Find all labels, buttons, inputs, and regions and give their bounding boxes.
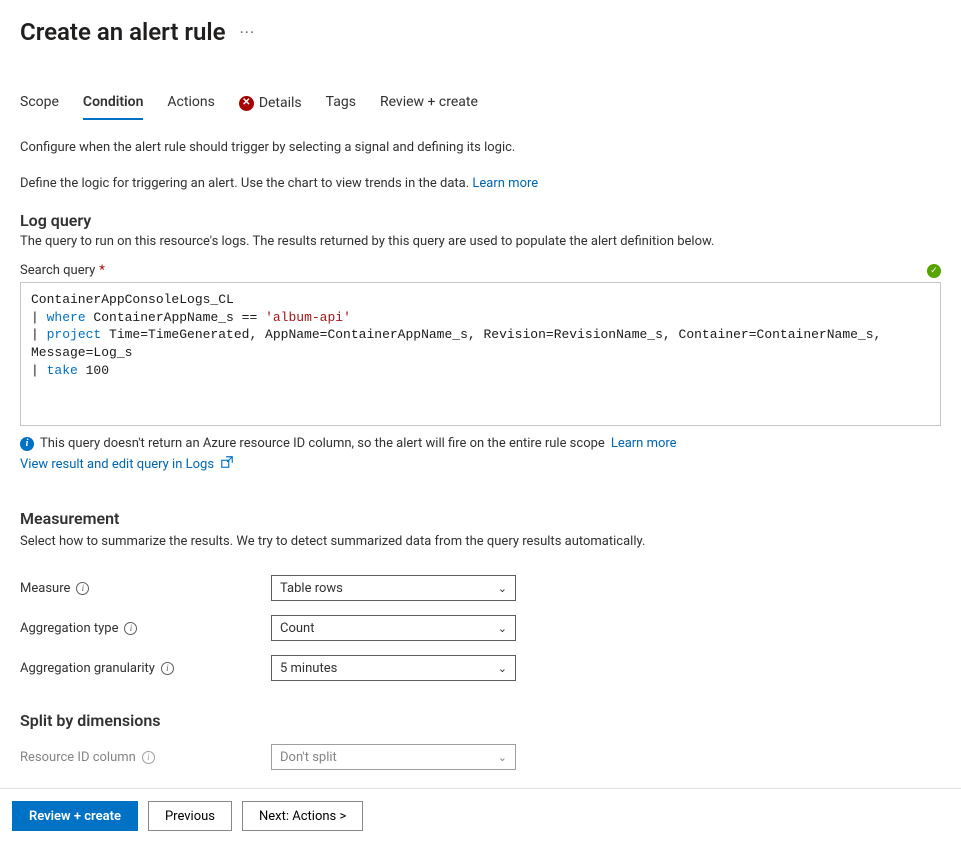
measurement-heading: Measurement [20, 509, 941, 528]
aggregation-type-value: Count [280, 621, 314, 636]
tab-details-label: Details [259, 95, 302, 111]
search-query-input[interactable]: ContainerAppConsoleLogs_CL | where Conta… [20, 282, 941, 426]
required-asterisk: * [99, 263, 105, 278]
resource-id-column-label: Resource ID column [20, 750, 136, 765]
error-icon: ✕ [239, 96, 254, 111]
chevron-down-icon: ⌄ [498, 751, 507, 764]
check-icon: ✓ [927, 264, 941, 278]
previous-button[interactable]: Previous [148, 801, 232, 831]
intro-configure: Configure when the alert rule should tri… [20, 139, 941, 157]
next-actions-button[interactable]: Next: Actions > [242, 801, 363, 831]
query-info-learn-more-link[interactable]: Learn more [611, 436, 677, 451]
chevron-down-icon: ⌄ [498, 582, 507, 595]
log-query-desc: The query to run on this resource's logs… [20, 234, 941, 249]
log-query-heading: Log query [20, 211, 941, 230]
learn-more-link[interactable]: Learn more [472, 176, 538, 191]
footer-bar: Review + create Previous Next: Actions > [0, 788, 961, 843]
measurement-desc: Select how to summarize the results. We … [20, 534, 941, 549]
tab-condition[interactable]: Condition [83, 94, 144, 120]
aggregation-granularity-dropdown[interactable]: 5 minutes ⌄ [271, 655, 516, 681]
measure-dropdown-value: Table rows [280, 581, 343, 596]
external-link-icon [220, 455, 234, 473]
help-icon[interactable]: i [142, 751, 155, 764]
help-icon[interactable]: i [161, 662, 174, 675]
tab-actions[interactable]: Actions [167, 94, 214, 120]
help-icon[interactable]: i [76, 582, 89, 595]
view-in-logs-link[interactable]: View result and edit query in Logs [20, 457, 214, 472]
tab-scope[interactable]: Scope [20, 94, 59, 120]
query-info-text: This query doesn't return an Azure resou… [40, 436, 605, 451]
chevron-down-icon: ⌄ [498, 622, 507, 635]
page-title: Create an alert rule [20, 18, 226, 46]
intro-define: Define the logic for triggering an alert… [20, 175, 941, 193]
tab-details[interactable]: ✕ Details [239, 94, 302, 120]
resource-id-column-value: Don't split [280, 750, 337, 765]
aggregation-type-label: Aggregation type [20, 621, 118, 636]
aggregation-granularity-value: 5 minutes [280, 661, 337, 676]
tab-tags[interactable]: Tags [326, 94, 356, 120]
review-create-button[interactable]: Review + create [12, 801, 138, 831]
info-icon: i [20, 437, 34, 451]
intro-define-text: Define the logic for triggering an alert… [20, 176, 472, 191]
tab-bar: Scope Condition Actions ✕ Details Tags R… [20, 94, 941, 121]
tab-review-create[interactable]: Review + create [380, 94, 478, 120]
chevron-down-icon: ⌄ [498, 662, 507, 675]
help-icon[interactable]: i [124, 622, 137, 635]
more-actions-icon[interactable]: ··· [240, 23, 256, 42]
measure-dropdown[interactable]: Table rows ⌄ [271, 575, 516, 601]
split-by-dimensions-heading: Split by dimensions [20, 711, 941, 730]
search-query-label: Search query* [20, 263, 105, 278]
measure-label: Measure [20, 581, 70, 596]
aggregation-type-dropdown[interactable]: Count ⌄ [271, 615, 516, 641]
resource-id-column-dropdown[interactable]: Don't split ⌄ [271, 744, 516, 770]
aggregation-granularity-label: Aggregation granularity [20, 661, 155, 676]
